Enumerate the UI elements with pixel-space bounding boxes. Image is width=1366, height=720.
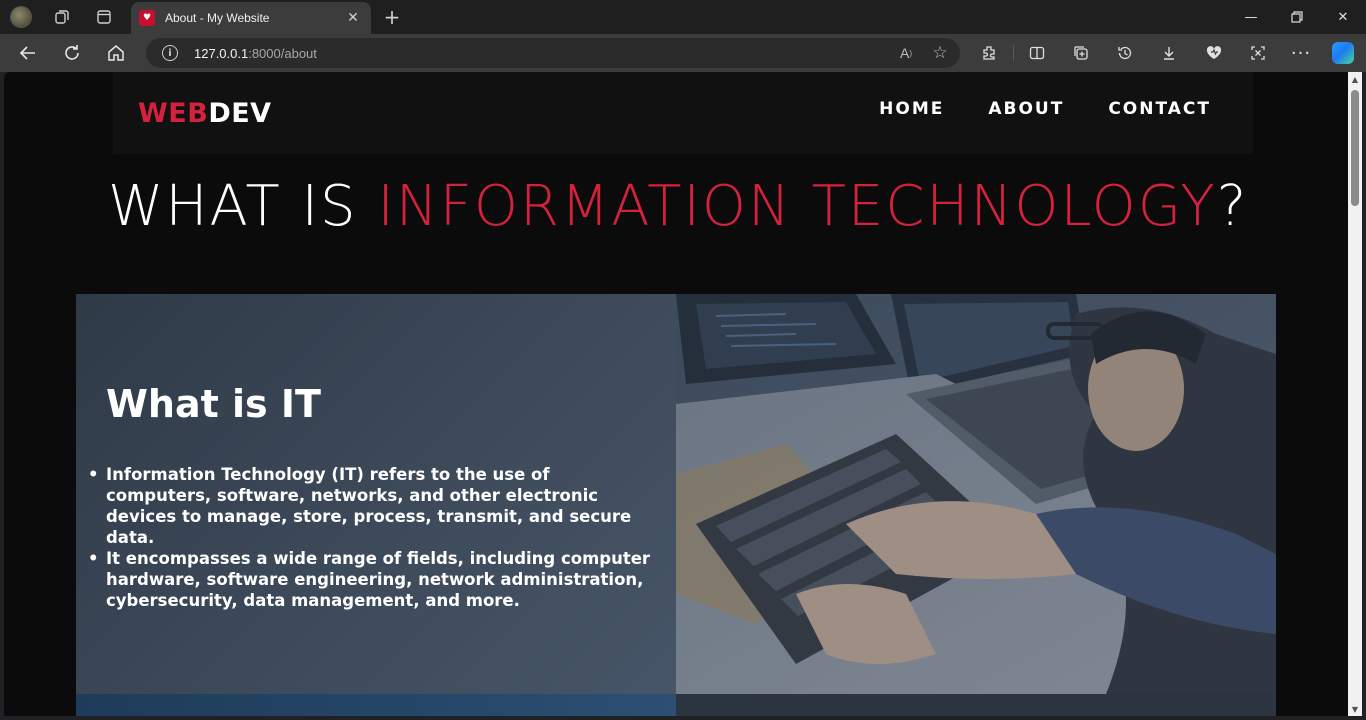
browser-tab-bar: ♥ About - My Website ✕ + — ✕ bbox=[0, 0, 1366, 34]
active-tab[interactable]: ♥ About - My Website ✕ bbox=[131, 2, 371, 34]
minimize-icon[interactable]: — bbox=[1228, 0, 1274, 34]
profile-icon[interactable] bbox=[10, 6, 32, 28]
reload-icon[interactable] bbox=[58, 39, 86, 67]
close-icon[interactable]: ✕ bbox=[341, 6, 365, 30]
home-icon[interactable] bbox=[102, 39, 130, 67]
list-item: It encompasses a wide range of fields, i… bbox=[88, 548, 651, 611]
hero-title-highlight: INFORMATION TECHNOLOGY bbox=[377, 174, 1217, 239]
logo-part-dev: DEV bbox=[208, 97, 272, 129]
page-viewport: WEBDEV HOME ABOUT CONTACT WHAT IS INFORM… bbox=[4, 72, 1348, 716]
section-title: What is IT bbox=[106, 382, 321, 426]
nav-link-home[interactable]: HOME bbox=[879, 99, 944, 119]
hero-title-prefix: WHAT IS bbox=[108, 174, 378, 239]
definition-list: Information Technology (IT) refers to th… bbox=[88, 464, 651, 611]
site-nav: HOME ABOUT CONTACT bbox=[835, 72, 1211, 146]
url-text[interactable]: 127.0.0.1:8000/about bbox=[194, 46, 892, 61]
scroll-up-icon[interactable]: ▲ bbox=[1348, 72, 1362, 86]
list-item: Information Technology (IT) refers to th… bbox=[88, 464, 651, 548]
scroll-down-icon[interactable]: ▼ bbox=[1348, 702, 1362, 716]
nav-link-about[interactable]: ABOUT bbox=[988, 99, 1064, 119]
hero-title-suffix: ? bbox=[1216, 174, 1249, 239]
next-section-panel bbox=[676, 694, 1276, 716]
what-is-it-card: What is IT Information Technology (IT) r… bbox=[76, 294, 676, 694]
history-icon[interactable] bbox=[1111, 39, 1139, 67]
hero-title: WHAT IS INFORMATION TECHNOLOGY? bbox=[108, 174, 1248, 239]
workspaces-icon[interactable] bbox=[51, 6, 73, 28]
site-favicon-icon: ♥ bbox=[139, 10, 155, 26]
extensions-icon[interactable] bbox=[975, 39, 1003, 67]
browser-toolbar: i 127.0.0.1:8000/about A) ☆ ··· bbox=[0, 34, 1366, 72]
tab-title: About - My Website bbox=[165, 11, 270, 25]
next-section-image bbox=[76, 694, 676, 716]
tab-actions-icon[interactable] bbox=[93, 6, 115, 28]
favorite-icon[interactable]: ☆ bbox=[926, 39, 954, 67]
toolbar-separator bbox=[1013, 45, 1014, 61]
read-aloud-icon[interactable]: A) bbox=[892, 39, 920, 67]
collections-icon[interactable] bbox=[1067, 39, 1095, 67]
url-host: 127.0.0.1 bbox=[194, 45, 249, 61]
new-tab-icon[interactable]: + bbox=[381, 5, 403, 29]
info-icon[interactable]: i bbox=[162, 45, 178, 61]
page-scrollbar[interactable]: ▲ ▼ bbox=[1348, 72, 1362, 716]
scrollbar-thumb[interactable] bbox=[1351, 90, 1359, 206]
browser-essentials-icon[interactable] bbox=[1200, 39, 1228, 67]
screenshot-icon[interactable] bbox=[1244, 39, 1272, 67]
copilot-icon[interactable] bbox=[1332, 42, 1354, 64]
window-close-icon[interactable]: ✕ bbox=[1320, 0, 1366, 34]
url-path: :8000/about bbox=[248, 45, 317, 61]
back-icon[interactable] bbox=[14, 39, 42, 67]
person-typing-image bbox=[676, 294, 1276, 694]
restore-icon[interactable] bbox=[1274, 0, 1320, 34]
nav-link-contact[interactable]: CONTACT bbox=[1108, 99, 1211, 119]
downloads-icon[interactable] bbox=[1155, 39, 1183, 67]
site-logo[interactable]: WEBDEV bbox=[138, 98, 272, 129]
more-icon[interactable]: ··· bbox=[1287, 39, 1315, 67]
address-bar[interactable]: i 127.0.0.1:8000/about A) ☆ bbox=[146, 38, 960, 68]
logo-part-web: WEB bbox=[138, 97, 209, 129]
split-screen-icon[interactable] bbox=[1023, 39, 1051, 67]
